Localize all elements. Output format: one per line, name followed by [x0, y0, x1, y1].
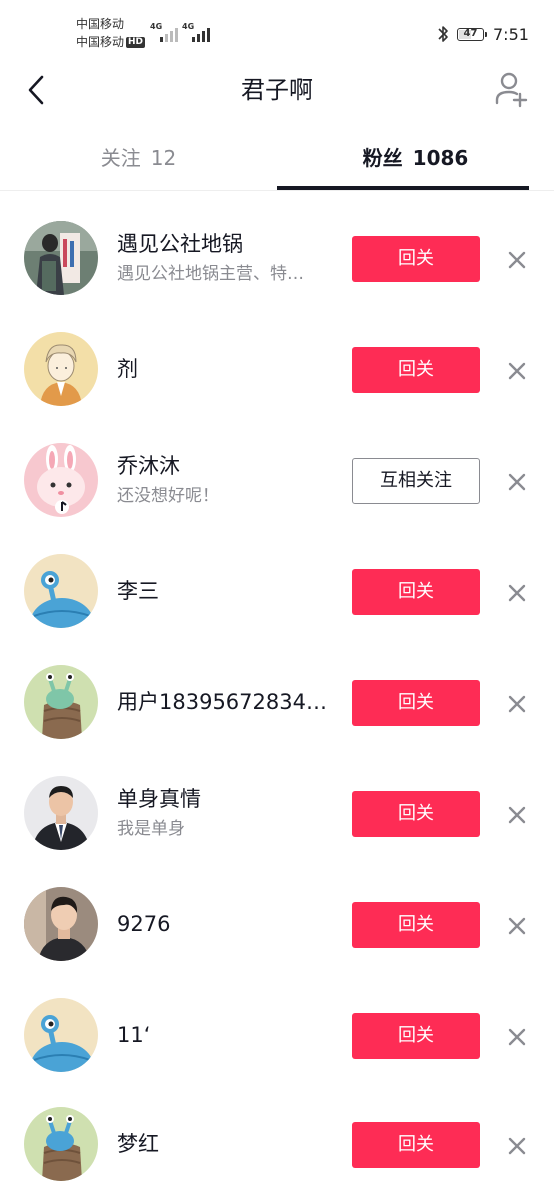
close-icon[interactable] — [506, 582, 528, 604]
tab-followers[interactable]: 粉丝 1086 — [277, 130, 554, 190]
avatar[interactable] — [24, 998, 98, 1072]
follower-name: 单身真情 — [117, 787, 201, 811]
tab-bar: 关注 12 粉丝 1086 — [0, 130, 554, 191]
follower-row[interactable]: 用户18395672834… 回关 — [0, 648, 554, 758]
close-icon[interactable] — [506, 1135, 528, 1157]
avatar[interactable] — [24, 665, 98, 739]
active-tab-indicator — [277, 186, 529, 190]
signal-2-icon: 4G — [182, 22, 212, 42]
avatar[interactable] — [24, 776, 98, 850]
avatar[interactable] — [24, 221, 98, 295]
follower-row[interactable]: 单身真情 我是单身 回关 — [0, 759, 554, 869]
follower-name: 11‘ — [117, 1023, 151, 1047]
follow-back-button[interactable]: 回关 — [352, 569, 480, 615]
follower-name: 乔沐沐 — [117, 454, 180, 478]
follower-name: 李三 — [117, 579, 159, 603]
follower-row[interactable]: 11‘ 回关 — [0, 981, 554, 1091]
follower-row[interactable]: 剂 回关 — [0, 315, 554, 425]
add-friend-button[interactable] — [492, 70, 530, 110]
follow-back-button[interactable]: 回关 — [352, 1013, 480, 1059]
signal-1-icon: 4G — [150, 22, 178, 42]
follower-name: 用户18395672834… — [117, 690, 327, 714]
tab-following-count: 12 — [150, 146, 177, 170]
tab-following-label: 关注 — [100, 146, 141, 170]
follower-name: 遇见公社地锅 — [117, 232, 243, 256]
follower-row[interactable]: 梦红 回关 — [0, 1090, 554, 1200]
battery-level: 47 — [463, 28, 478, 39]
page-title: 君子啊 — [241, 76, 313, 104]
follower-description: 遇见公社地锅主营、特… — [117, 264, 304, 284]
close-icon[interactable] — [506, 1026, 528, 1048]
follow-back-button[interactable]: 回关 — [352, 791, 480, 837]
follower-description: 我是单身 — [117, 819, 185, 839]
follower-row[interactable]: 乔沐沐 还没想好呢！ 互相关注 — [0, 426, 554, 536]
close-icon[interactable] — [506, 693, 528, 715]
follower-name: 剂 — [117, 357, 138, 381]
add-user-icon — [495, 72, 528, 108]
hd-badge: HD — [126, 37, 146, 48]
close-icon[interactable] — [506, 360, 528, 382]
avatar[interactable] — [24, 554, 98, 628]
follower-description: 还没想好呢！ — [117, 486, 219, 506]
avatar[interactable] — [24, 443, 98, 517]
follower-name: 9276 — [117, 912, 171, 936]
mutual-follow-button[interactable]: 互相关注 — [352, 458, 480, 504]
clock: 7:51 — [493, 25, 529, 44]
carrier-2: 中国移动 HD — [76, 35, 146, 49]
close-icon[interactable] — [506, 471, 528, 493]
status-bar: 中国移动 中国移动 HD 4G 4G 47 7:51 — [0, 0, 554, 60]
bluetooth-icon — [438, 26, 448, 42]
avatar[interactable] — [24, 1107, 98, 1181]
avatar[interactable] — [24, 332, 98, 406]
follower-name: 梦红 — [117, 1132, 159, 1156]
tab-followers-count: 1086 — [412, 146, 469, 170]
carrier-2-label: 中国移动 — [76, 35, 125, 49]
close-icon[interactable] — [506, 804, 528, 826]
follower-row[interactable]: 遇见公社地锅 遇见公社地锅主营、特… 回关 — [0, 204, 554, 314]
follow-back-button[interactable]: 回关 — [352, 236, 480, 282]
battery-icon: 47 — [457, 28, 487, 41]
follower-row[interactable]: 9276 回关 — [0, 870, 554, 980]
follower-row[interactable]: 李三 回关 — [0, 537, 554, 647]
carrier-1: 中国移动 — [76, 17, 125, 31]
follow-back-button[interactable]: 回关 — [352, 1122, 480, 1168]
close-icon[interactable] — [506, 915, 528, 937]
avatar[interactable] — [24, 887, 98, 961]
follow-back-button[interactable]: 回关 — [352, 347, 480, 393]
follow-back-button[interactable]: 回关 — [352, 680, 480, 726]
tab-following[interactable]: 关注 12 — [0, 130, 277, 190]
close-icon[interactable] — [506, 249, 528, 271]
tab-followers-label: 粉丝 — [362, 146, 403, 170]
follow-back-button[interactable]: 回关 — [352, 902, 480, 948]
